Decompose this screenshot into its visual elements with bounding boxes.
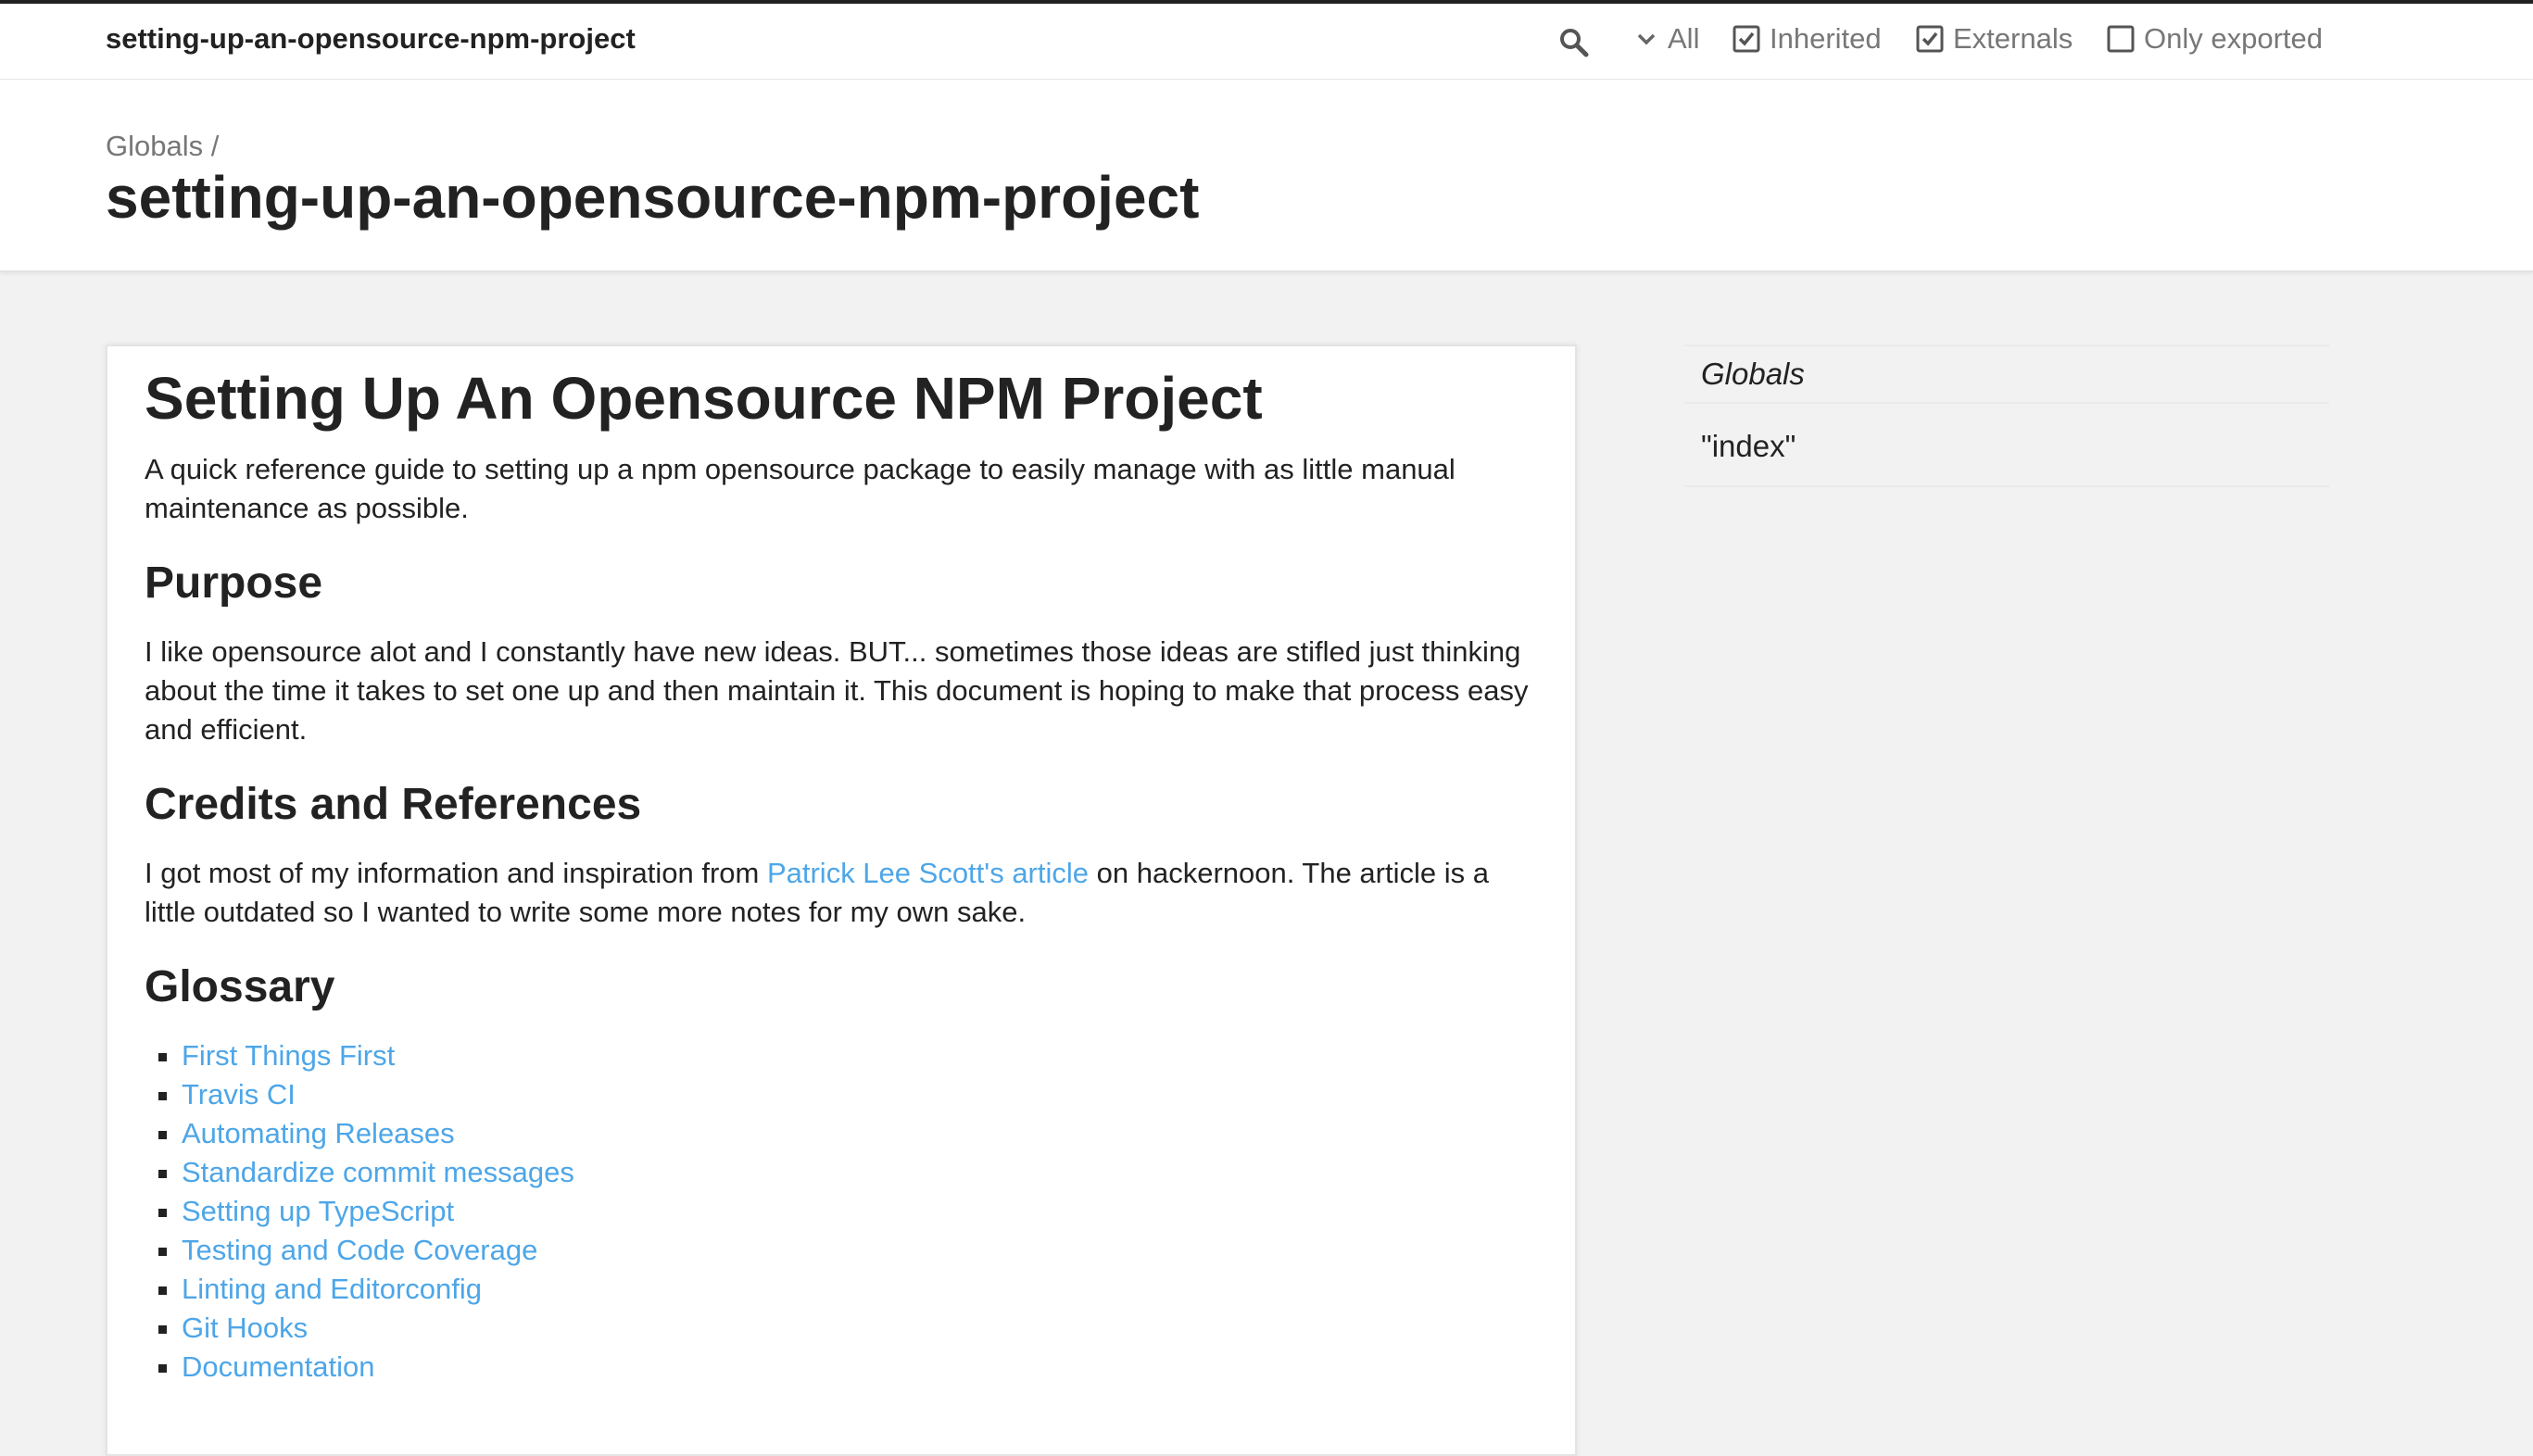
- credits-text-before: I got most of my information and inspira…: [145, 856, 767, 889]
- glossary-item: Automating Releases: [182, 1114, 1538, 1153]
- breadcrumb-separator: /: [203, 130, 220, 162]
- chevron-down-icon: [1637, 33, 1656, 45]
- breadcrumb: Globals /: [106, 130, 219, 163]
- filter-inherited-toggle[interactable]: Inherited: [1733, 22, 1882, 56]
- toolbar: setting-up-an-opensource-npm-project All…: [0, 0, 2533, 80]
- purpose-heading: Purpose: [145, 558, 323, 608]
- glossary-heading: Glossary: [145, 961, 335, 1011]
- page-title: setting-up-an-opensource-npm-project: [106, 164, 1200, 231]
- credits-heading: Credits and References: [145, 779, 642, 829]
- purpose-paragraph: I like opensource alot and I constantly …: [145, 634, 1529, 746]
- glossary-link-git-hooks[interactable]: Git Hooks: [182, 1312, 308, 1344]
- glossary-link-automating-releases[interactable]: Automating Releases: [182, 1117, 455, 1149]
- glossary-link-standardize-commit-messages[interactable]: Standardize commit messages: [182, 1156, 574, 1188]
- filter-inherited-label: Inherited: [1770, 22, 1882, 55]
- search-icon[interactable]: [1558, 27, 1590, 58]
- project-title-link[interactable]: setting-up-an-opensource-npm-project: [106, 22, 636, 56]
- content-title: Setting Up An Opensource NPM Project: [145, 365, 1263, 432]
- glossary-link-linting-and-editorconfig[interactable]: Linting and Editorconfig: [182, 1273, 482, 1305]
- checkbox-unchecked-icon: [2107, 25, 2135, 53]
- filter-externals-toggle[interactable]: Externals: [1916, 22, 2073, 56]
- sidebar-item-globals[interactable]: Globals: [1684, 345, 2329, 402]
- glossary-item: First Things First: [182, 1036, 1538, 1075]
- sidebar-navigation: Globals "index": [1684, 345, 2329, 487]
- glossary-item: Travis CI: [182, 1075, 1538, 1114]
- glossary-item: Standardize commit messages: [182, 1153, 1538, 1192]
- glossary-item: Testing and Code Coverage: [182, 1231, 1538, 1270]
- glossary-link-testing-and-code-coverage[interactable]: Testing and Code Coverage: [182, 1234, 537, 1266]
- filter-only-exported-toggle[interactable]: Only exported: [2107, 22, 2323, 56]
- filter-all-label: All: [1668, 22, 1700, 55]
- glossary-list: First Things First Travis CI Automating …: [145, 1036, 1538, 1387]
- glossary-item: Setting up TypeScript: [182, 1192, 1538, 1231]
- filter-externals-label: Externals: [1953, 22, 2073, 55]
- glossary-link-setting-up-typescript[interactable]: Setting up TypeScript: [182, 1195, 454, 1227]
- glossary-item: Linting and Editorconfig: [182, 1270, 1538, 1309]
- glossary-link-first-things-first[interactable]: First Things First: [182, 1039, 395, 1072]
- readme-content: Setting Up An Opensource NPM Project A q…: [106, 345, 1577, 1456]
- intro-paragraph: A quick reference guide to setting up a …: [145, 452, 1456, 524]
- glossary-item: Git Hooks: [182, 1309, 1538, 1348]
- glossary-item: Documentation: [182, 1348, 1538, 1387]
- checkbox-checked-icon: [1733, 25, 1760, 53]
- page-header: Globals / setting-up-an-opensource-npm-p…: [0, 80, 2533, 272]
- filter-only-exported-label: Only exported: [2144, 22, 2323, 55]
- glossary-link-travis-ci[interactable]: Travis CI: [182, 1078, 296, 1111]
- glossary-link-documentation[interactable]: Documentation: [182, 1350, 375, 1383]
- filter-all-dropdown[interactable]: All: [1634, 22, 1699, 56]
- credits-paragraph: I got most of my information and inspira…: [145, 854, 1538, 932]
- patrick-lee-scott-article-link[interactable]: Patrick Lee Scott's article: [767, 857, 1089, 889]
- breadcrumb-globals-link[interactable]: Globals: [106, 130, 203, 162]
- checkbox-checked-icon: [1916, 25, 1944, 53]
- sidebar-item-index[interactable]: "index": [1684, 402, 2329, 487]
